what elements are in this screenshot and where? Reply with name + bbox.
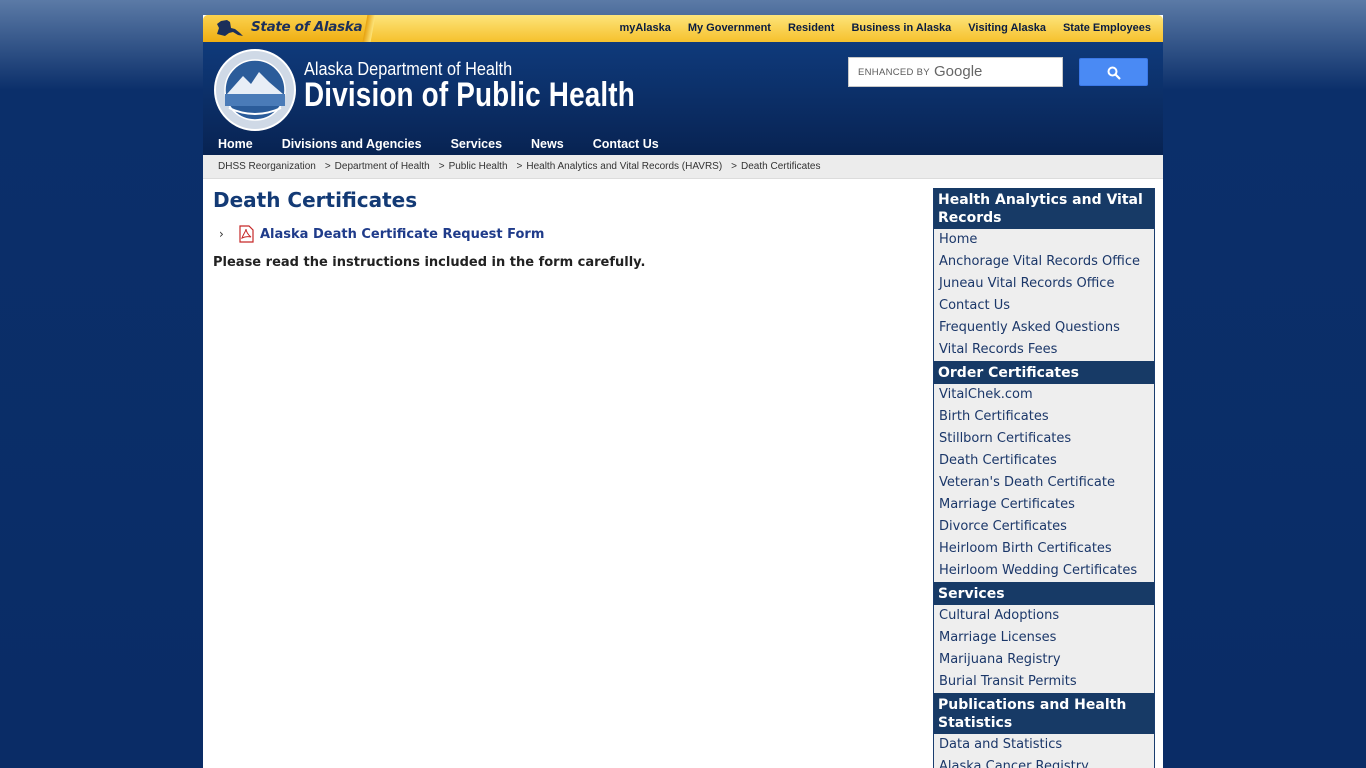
- sidebar-list: Data and Statistics Alaska Cancer Regist…: [934, 734, 1154, 768]
- sidebar-heading-services: Services: [934, 582, 1154, 605]
- sidebar-heading-vital-records: Health Analytics and Vital Records: [934, 188, 1154, 229]
- breadcrumb-separator: >: [324, 161, 331, 172]
- sidebar-item-marijuana-registry[interactable]: Marijuana Registry: [934, 649, 1154, 671]
- breadcrumb: DHSS Reorganization > Department of Health…: [203, 155, 1163, 179]
- breadcrumb-separator: >: [438, 161, 445, 172]
- sidebar-item-juneau-office[interactable]: Juneau Vital Records Office: [934, 273, 1154, 295]
- search-icon: [1107, 66, 1121, 80]
- breadcrumb-item[interactable]: DHSS Reorganization: [218, 161, 316, 172]
- google-wordmark: Google: [934, 63, 983, 80]
- state-nav-my-government[interactable]: My Government: [688, 22, 771, 34]
- sidebar-item-anchorage-office[interactable]: Anchorage Vital Records Office: [934, 251, 1154, 273]
- site-header: Alaska Department of Health Division of …: [203, 42, 1163, 155]
- sidebar-list: VitalChek.com Birth Certificates Stillbo…: [934, 384, 1154, 582]
- sidebar-item-death-certificates[interactable]: Death Certificates: [934, 450, 1154, 472]
- state-bar: State of Alaska myAlaska My Government R…: [203, 15, 1163, 42]
- sidebar-item-cancer-registry[interactable]: Alaska Cancer Registry: [934, 756, 1154, 768]
- breadcrumb-item[interactable]: Department of Health: [335, 161, 430, 172]
- search-input[interactable]: ENHANCED BY Google: [848, 57, 1063, 87]
- chevron-right-icon: ›: [219, 227, 224, 241]
- sidebar-item-faq[interactable]: Frequently Asked Questions: [934, 317, 1154, 339]
- alaska-map-icon: [217, 20, 243, 36]
- sidebar-item-vitalchek[interactable]: VitalChek.com: [934, 384, 1154, 406]
- nav-home[interactable]: Home: [218, 137, 253, 151]
- sidebar-heading-order-certificates: Order Certificates: [934, 361, 1154, 384]
- sidebar-list: Home Anchorage Vital Records Office June…: [934, 229, 1154, 361]
- sidebar-item-home[interactable]: Home: [934, 229, 1154, 251]
- sidebar-item-veterans-death-certificate[interactable]: Veteran's Death Certificate: [934, 472, 1154, 494]
- nav-divisions[interactable]: Divisions and Agencies: [282, 137, 422, 151]
- breadcrumb-current: Death Certificates: [741, 161, 821, 172]
- tab-separator: [362, 15, 376, 42]
- sidebar-item-marriage-licenses[interactable]: Marriage Licenses: [934, 627, 1154, 649]
- death-certificate-form-link[interactable]: Alaska Death Certificate Request Form: [260, 227, 544, 242]
- sidebar-item-contact-us[interactable]: Contact Us: [934, 295, 1154, 317]
- state-nav-employees[interactable]: State Employees: [1063, 22, 1151, 34]
- state-nav: myAlaska My Government Resident Business…: [602, 22, 1151, 34]
- search-button[interactable]: [1079, 58, 1148, 86]
- sidebar-list: Cultural Adoptions Marriage Licenses Mar…: [934, 605, 1154, 693]
- breadcrumb-item[interactable]: Health Analytics and Vital Records (HAVR…: [526, 161, 722, 172]
- sidebar: Health Analytics and Vital Records Home …: [933, 188, 1155, 768]
- sidebar-heading-publications: Publications and Health Statistics: [934, 693, 1154, 734]
- sidebar-item-fees[interactable]: Vital Records Fees: [934, 339, 1154, 361]
- pdf-icon: [239, 225, 254, 243]
- sidebar-item-data-statistics[interactable]: Data and Statistics: [934, 734, 1154, 756]
- search-placeholder: ENHANCED BY: [858, 67, 930, 78]
- sidebar-item-burial-transit[interactable]: Burial Transit Permits: [934, 671, 1154, 693]
- breadcrumb-separator: >: [731, 161, 738, 172]
- main-nav: Home Divisions and Agencies Services New…: [218, 137, 688, 151]
- state-nav-resident[interactable]: Resident: [788, 22, 834, 34]
- state-nav-myalaska[interactable]: myAlaska: [619, 22, 670, 34]
- state-of-alaska-link[interactable]: State of Alaska: [203, 15, 376, 42]
- nav-services[interactable]: Services: [451, 137, 502, 151]
- page-title: Death Certificates: [213, 188, 418, 212]
- sidebar-item-heirloom-wedding[interactable]: Heirloom Wedding Certificates: [934, 560, 1154, 582]
- sidebar-item-divorce-certificates[interactable]: Divorce Certificates: [934, 516, 1154, 538]
- department-seal-logo[interactable]: [213, 48, 297, 132]
- breadcrumb-item[interactable]: Public Health: [449, 161, 508, 172]
- sidebar-item-birth-certificates[interactable]: Birth Certificates: [934, 406, 1154, 428]
- state-nav-business[interactable]: Business in Alaska: [851, 22, 951, 34]
- document-list-item: › Alaska Death Certificate Request Form: [219, 224, 544, 244]
- page: State of Alaska myAlaska My Government R…: [203, 15, 1163, 768]
- division-name[interactable]: Division of Public Health: [304, 76, 635, 115]
- sidebar-item-cultural-adoptions[interactable]: Cultural Adoptions: [934, 605, 1154, 627]
- sidebar-item-marriage-certificates[interactable]: Marriage Certificates: [934, 494, 1154, 516]
- nav-contact[interactable]: Contact Us: [593, 137, 659, 151]
- state-brand-label: State of Alaska: [251, 19, 363, 35]
- nav-news[interactable]: News: [531, 137, 564, 151]
- state-nav-visiting[interactable]: Visiting Alaska: [968, 22, 1046, 34]
- breadcrumb-separator: >: [516, 161, 523, 172]
- sidebar-item-stillborn-certificates[interactable]: Stillborn Certificates: [934, 428, 1154, 450]
- sidebar-item-heirloom-birth[interactable]: Heirloom Birth Certificates: [934, 538, 1154, 560]
- instructions-text: Please read the instructions included in…: [213, 255, 646, 270]
